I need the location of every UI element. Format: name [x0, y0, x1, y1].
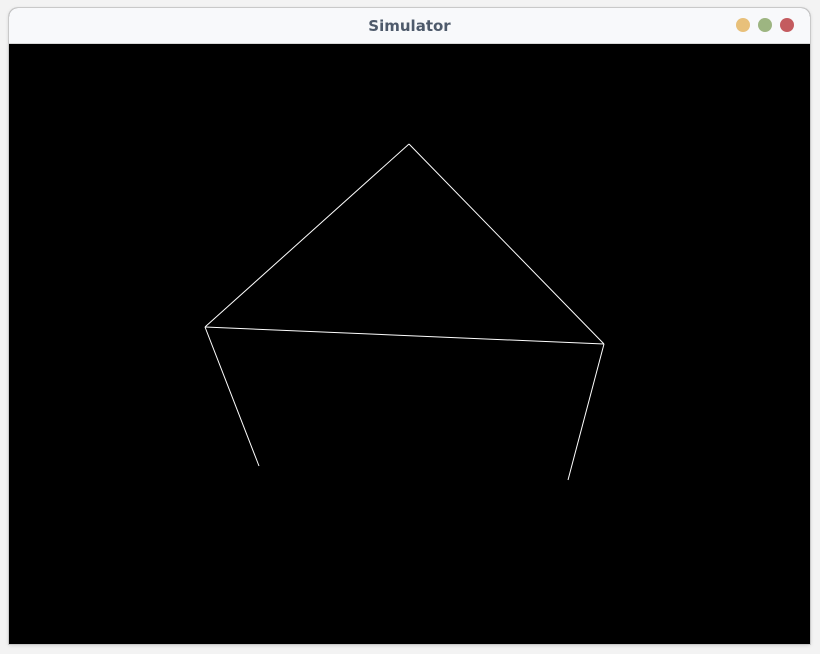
right-leg-edge — [567, 343, 605, 481]
minimize-button[interactable] — [736, 18, 750, 32]
close-button[interactable] — [780, 18, 794, 32]
maximize-button[interactable] — [758, 18, 772, 32]
crossbar-edge — [204, 326, 605, 345]
window-title: Simulator — [368, 17, 451, 35]
simulator-window: Simulator — [9, 8, 810, 644]
roof-right-edge — [408, 143, 605, 345]
simulation-canvas[interactable] — [9, 44, 810, 644]
title-bar[interactable]: Simulator — [9, 8, 810, 44]
wireframe-scene — [204, 143, 605, 481]
left-leg-edge — [204, 326, 260, 467]
window-controls — [736, 18, 794, 32]
roof-left-edge — [204, 143, 410, 328]
